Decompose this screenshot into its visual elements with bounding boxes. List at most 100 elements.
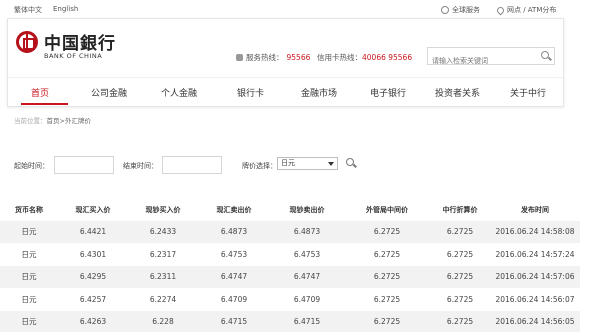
start-time-input[interactable]: [54, 156, 114, 174]
cell-publish-time: 2016.06.24 14:57:24: [490, 243, 580, 267]
logo-chinese-name: 中国銀行: [44, 34, 116, 54]
col-header-safe-middle: 外管局中间价: [366, 206, 408, 214]
search-input[interactable]: [428, 53, 536, 69]
breadcrumb-current[interactable]: 首页>外汇牌价: [47, 117, 91, 125]
col-header-currency: 货币名称: [15, 206, 43, 214]
card-hotline-label: 信用卡热线：: [317, 53, 362, 62]
col-header-spot-sell: 现汇卖出价: [216, 206, 252, 214]
cell-safe-middle: 6.2725: [344, 288, 430, 312]
table-row: 日元 6.4421 6.2433 6.4873 6.4873 6.2725 6.…: [0, 221, 580, 244]
cell-spot-buy: 6.4257: [58, 288, 128, 312]
cell-boc-rate: 6.2725: [430, 310, 490, 333]
breadcrumb-location-label: 当前位置：: [14, 117, 47, 125]
currency-select[interactable]: 日元: [277, 157, 338, 170]
bank-logo[interactable]: 中国銀行 BANK OF CHINA: [16, 29, 136, 63]
global-service-label: 全球服务: [452, 6, 480, 14]
filter-search-icon[interactable]: [346, 158, 354, 166]
cell-safe-middle: 6.2725: [344, 310, 430, 333]
service-hotline: 服务热线： 95566: [236, 52, 310, 63]
cell-safe-middle: 6.2725: [344, 265, 430, 289]
col-header-cash-buy: 现钞买入价: [145, 206, 181, 214]
filter-bar: 起始时间： 结束时间： 牌价选择： 日元: [0, 150, 600, 180]
cell-currency: 日元: [0, 288, 58, 312]
logo-english-name: BANK OF CHINA: [44, 52, 103, 60]
cell-safe-middle: 6.2725: [344, 243, 430, 267]
service-hotline-label: 服务热线：: [246, 53, 284, 62]
table-row: 日元 6.4263 6.228 6.4715 6.4715 6.2725 6.2…: [0, 310, 580, 333]
outlets-atm-label: 网点 / ATM分布: [507, 6, 557, 14]
cell-cash-sell: 6.4873: [270, 221, 344, 244]
service-hotline-number: 95566: [286, 53, 311, 62]
cell-spot-sell: 6.4873: [198, 221, 270, 244]
cell-cash-buy: 6.2274: [128, 288, 198, 312]
table-row: 日元 6.4257 6.2274 6.4709 6.4709 6.2725 6.…: [0, 288, 580, 312]
nav-item-ebanking[interactable]: 电子银行: [370, 86, 406, 99]
cell-publish-time: 2016.06.24 14:56:07: [490, 288, 580, 312]
nav-item-corporate[interactable]: 公司金融: [91, 86, 127, 99]
exchange-rate-table: 货币名称 现汇买入价 现钞买入价 现汇卖出价 现钞卖出价 外管局中间价 中行折算…: [0, 199, 580, 333]
cell-spot-sell: 6.4747: [198, 265, 270, 289]
cell-spot-buy: 6.4263: [58, 310, 128, 333]
cell-spot-buy: 6.4295: [58, 265, 128, 289]
cell-publish-time: 2016.06.24 14:58:08: [490, 221, 580, 244]
table-header-row: 货币名称 现汇买入价 现钞买入价 现汇卖出价 现钞卖出价 外管局中间价 中行折算…: [0, 199, 580, 221]
end-time-label: 结束时间：: [123, 162, 158, 170]
cell-cash-sell: 6.4709: [270, 288, 344, 312]
cell-publish-time: 2016.06.24 14:57:06: [490, 265, 580, 289]
globe-icon: [441, 6, 449, 14]
site-header: 中国銀行 BANK OF CHINA 服务热线： 95566 信用卡热线：400…: [7, 18, 564, 107]
cell-cash-buy: 6.228: [128, 310, 198, 333]
cell-spot-buy: 6.4301: [58, 243, 128, 267]
cell-cash-sell: 6.4747: [270, 265, 344, 289]
cell-boc-rate: 6.2725: [430, 221, 490, 244]
cell-safe-middle: 6.2725: [344, 221, 430, 244]
nav-item-investors[interactable]: 投资者关系: [435, 86, 480, 99]
col-header-spot-buy: 现汇买入价: [75, 206, 111, 214]
nav-item-personal[interactable]: 个人金融: [161, 86, 197, 99]
table-row: 日元 6.4295 6.2311 6.4747 6.4747 6.2725 6.…: [0, 265, 580, 289]
cell-currency: 日元: [0, 310, 58, 333]
cell-cash-buy: 6.2317: [128, 243, 198, 267]
nav-item-home[interactable]: 首页: [31, 86, 49, 99]
cell-cash-buy: 6.2311: [128, 265, 198, 289]
search-icon[interactable]: [541, 51, 549, 59]
cell-spot-buy: 6.4421: [58, 221, 128, 244]
col-header-publish-time: 发布时间: [521, 206, 549, 214]
col-header-boc-rate: 中行折算价: [442, 206, 478, 214]
location-pin-icon: [495, 5, 506, 15]
card-hotline: 信用卡热线：40066 95566: [317, 52, 412, 63]
cell-spot-sell: 6.4709: [198, 288, 270, 312]
currency-selected-value: 日元: [281, 159, 295, 167]
global-service-link[interactable]: 全球服务: [441, 5, 480, 15]
utility-bar: 繁体中文 English 全球服务 网点 / ATM分布: [0, 0, 600, 18]
boc-emblem-icon: [16, 31, 38, 53]
start-time-label: 起始时间：: [14, 162, 49, 170]
cell-cash-sell: 6.4715: [270, 310, 344, 333]
cell-boc-rate: 6.2725: [430, 265, 490, 289]
cell-publish-time: 2016.06.24 14:56:05: [490, 310, 580, 333]
main-nav: 首页 公司金融 个人金融 银行卡 金融市场 电子银行 投资者关系 关于中行: [8, 77, 563, 107]
nav-item-cards[interactable]: 银行卡: [237, 86, 264, 99]
nav-item-markets[interactable]: 金融市场: [301, 86, 337, 99]
cell-cash-sell: 6.4753: [270, 243, 344, 267]
cell-spot-sell: 6.4715: [198, 310, 270, 333]
chevron-down-icon: [328, 162, 334, 166]
table-row: 日元 6.4301 6.2317 6.4753 6.4753 6.2725 6.…: [0, 243, 580, 267]
cell-currency: 日元: [0, 265, 58, 289]
site-search: [427, 47, 555, 69]
cell-boc-rate: 6.2725: [430, 243, 490, 267]
lang-traditional-link[interactable]: 繁体中文: [14, 5, 42, 15]
breadcrumb: 当前位置：首页>外汇牌价: [14, 115, 91, 125]
cell-currency: 日元: [0, 243, 58, 267]
currency-select-label: 牌价选择：: [242, 162, 277, 170]
end-time-input[interactable]: [162, 156, 222, 174]
cell-boc-rate: 6.2725: [430, 288, 490, 312]
active-nav-indicator: [21, 103, 68, 105]
nav-item-about[interactable]: 关于中行: [510, 86, 546, 99]
card-hotline-number: 40066 95566: [362, 53, 413, 62]
cell-currency: 日元: [0, 221, 58, 244]
cell-spot-sell: 6.4753: [198, 243, 270, 267]
outlets-atm-link[interactable]: 网点 / ATM分布: [495, 5, 557, 15]
lang-english-link[interactable]: English: [53, 5, 78, 13]
phone-icon: [236, 54, 243, 61]
